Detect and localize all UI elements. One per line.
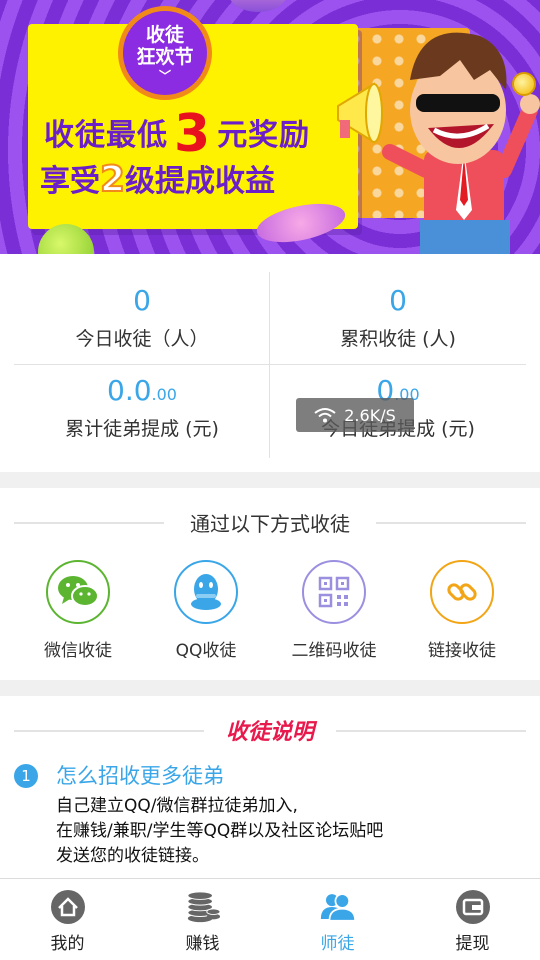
link-icon [430,560,494,624]
method-label: 链接收徒 [428,641,496,661]
stat-total-apprentices: 0 累积收徒 (人) [270,284,526,376]
subline-number: 2 [99,158,126,201]
method-label: QQ收徒 [175,641,237,661]
stat-label: 今日收徒（人） [75,328,209,350]
headline-post: 元奖励 [217,118,311,153]
people-icon [320,889,356,925]
home-icon [50,889,86,925]
qrcode-icon [302,560,366,624]
tab-label: 师徒 [320,934,355,954]
tab-mine[interactable]: 我的 [0,889,135,954]
divider [14,364,526,365]
invite-qrcode-button[interactable]: 二维码收徒 [274,560,394,661]
step-line: 发送您的收徒链接。 [56,846,209,866]
tab-mentorship[interactable]: 师徒 [270,889,405,954]
divider [269,272,270,458]
network-speed-toast: 2.6K/S [296,398,414,432]
instructions-title: 收徒说明 [225,720,314,745]
invite-wechat-button[interactable]: 微信收徒 [18,560,138,661]
stat-today-apprentices: 0 今日收徒（人） [14,284,270,376]
bottom-tab-bar: 我的 赚钱 师徒 提现 [0,878,540,960]
qq-icon [174,560,238,624]
step-number-badge: 1 [14,764,38,788]
wallet-icon [455,889,491,925]
badge-line2: 狂欢节 [136,46,194,68]
step-body: 自己建立QQ/微信群拉徒弟加入, 在赚钱/兼职/学生等QQ群以及社区论坛贴吧 发… [56,794,383,869]
coin-icon [512,72,536,96]
invite-qq-button[interactable]: QQ收徒 [146,560,266,661]
subline-post: 级提成收益 [125,164,276,199]
stat-value: 0.0.00 [107,374,177,407]
speed-text: 2.6K/S [344,405,396,425]
tab-earn[interactable]: 赚钱 [135,889,270,954]
invite-methods-section: 通过以下方式收徒 微信收徒 QQ收徒 二维码收徒 链接收徒 [0,488,540,680]
wifi-icon [314,408,336,423]
tab-label: 提现 [455,934,490,954]
headline-number: 3 [174,104,212,164]
mascot-illustration [382,32,540,254]
tab-label: 我的 [50,934,85,954]
banner-subline: 享受2级提成收益 [40,156,276,201]
tab-withdraw[interactable]: 提现 [405,889,540,954]
stat-value: 0 [133,284,151,317]
decor-ball [228,0,288,12]
stat-value: 0 [389,284,407,317]
method-label: 微信收徒 [44,641,112,661]
stats-panel: 0 今日收徒（人） 0 累积收徒 (人) 0.0.00 累计徒弟提成 (元) 0… [0,254,540,472]
step-title: 怎么招收更多徒弟 [56,764,224,788]
subline-pre: 享受 [40,164,100,199]
chevron-down-icon: ﹀ [158,69,171,83]
step-line: 在赚钱/兼职/学生等QQ群以及社区论坛贴吧 [56,821,384,841]
festival-badge: 收徒 狂欢节 ﹀ [118,6,212,100]
headline-pre: 收徒最低 [44,118,168,153]
stat-total-commission: 0.0.00 累计徒弟提成 (元) [14,374,270,466]
banner-headline: 收徒最低 3 元奖励 [44,104,310,164]
stat-label: 累计徒弟提成 (元) [65,418,219,440]
methods-title: 通过以下方式收徒 [190,512,350,536]
promo-banner[interactable]: 收徒 狂欢节 ﹀ 收徒最低 3 元奖励 享受2级提成收益 [0,0,540,254]
invite-instructions-section: 收徒说明 1 怎么招收更多徒弟 自己建立QQ/微信群拉徒弟加入, 在赚钱/兼职/… [0,696,540,880]
coins-icon [185,889,221,925]
invite-link-button[interactable]: 链接收徒 [402,560,522,661]
step-line: 自己建立QQ/微信群拉徒弟加入, [56,796,298,816]
method-label: 二维码收徒 [291,641,377,661]
badge-line1: 收徒 [145,24,184,46]
tab-label: 赚钱 [185,934,220,954]
wechat-icon [46,560,110,624]
stat-label: 累积收徒 (人) [340,328,456,350]
